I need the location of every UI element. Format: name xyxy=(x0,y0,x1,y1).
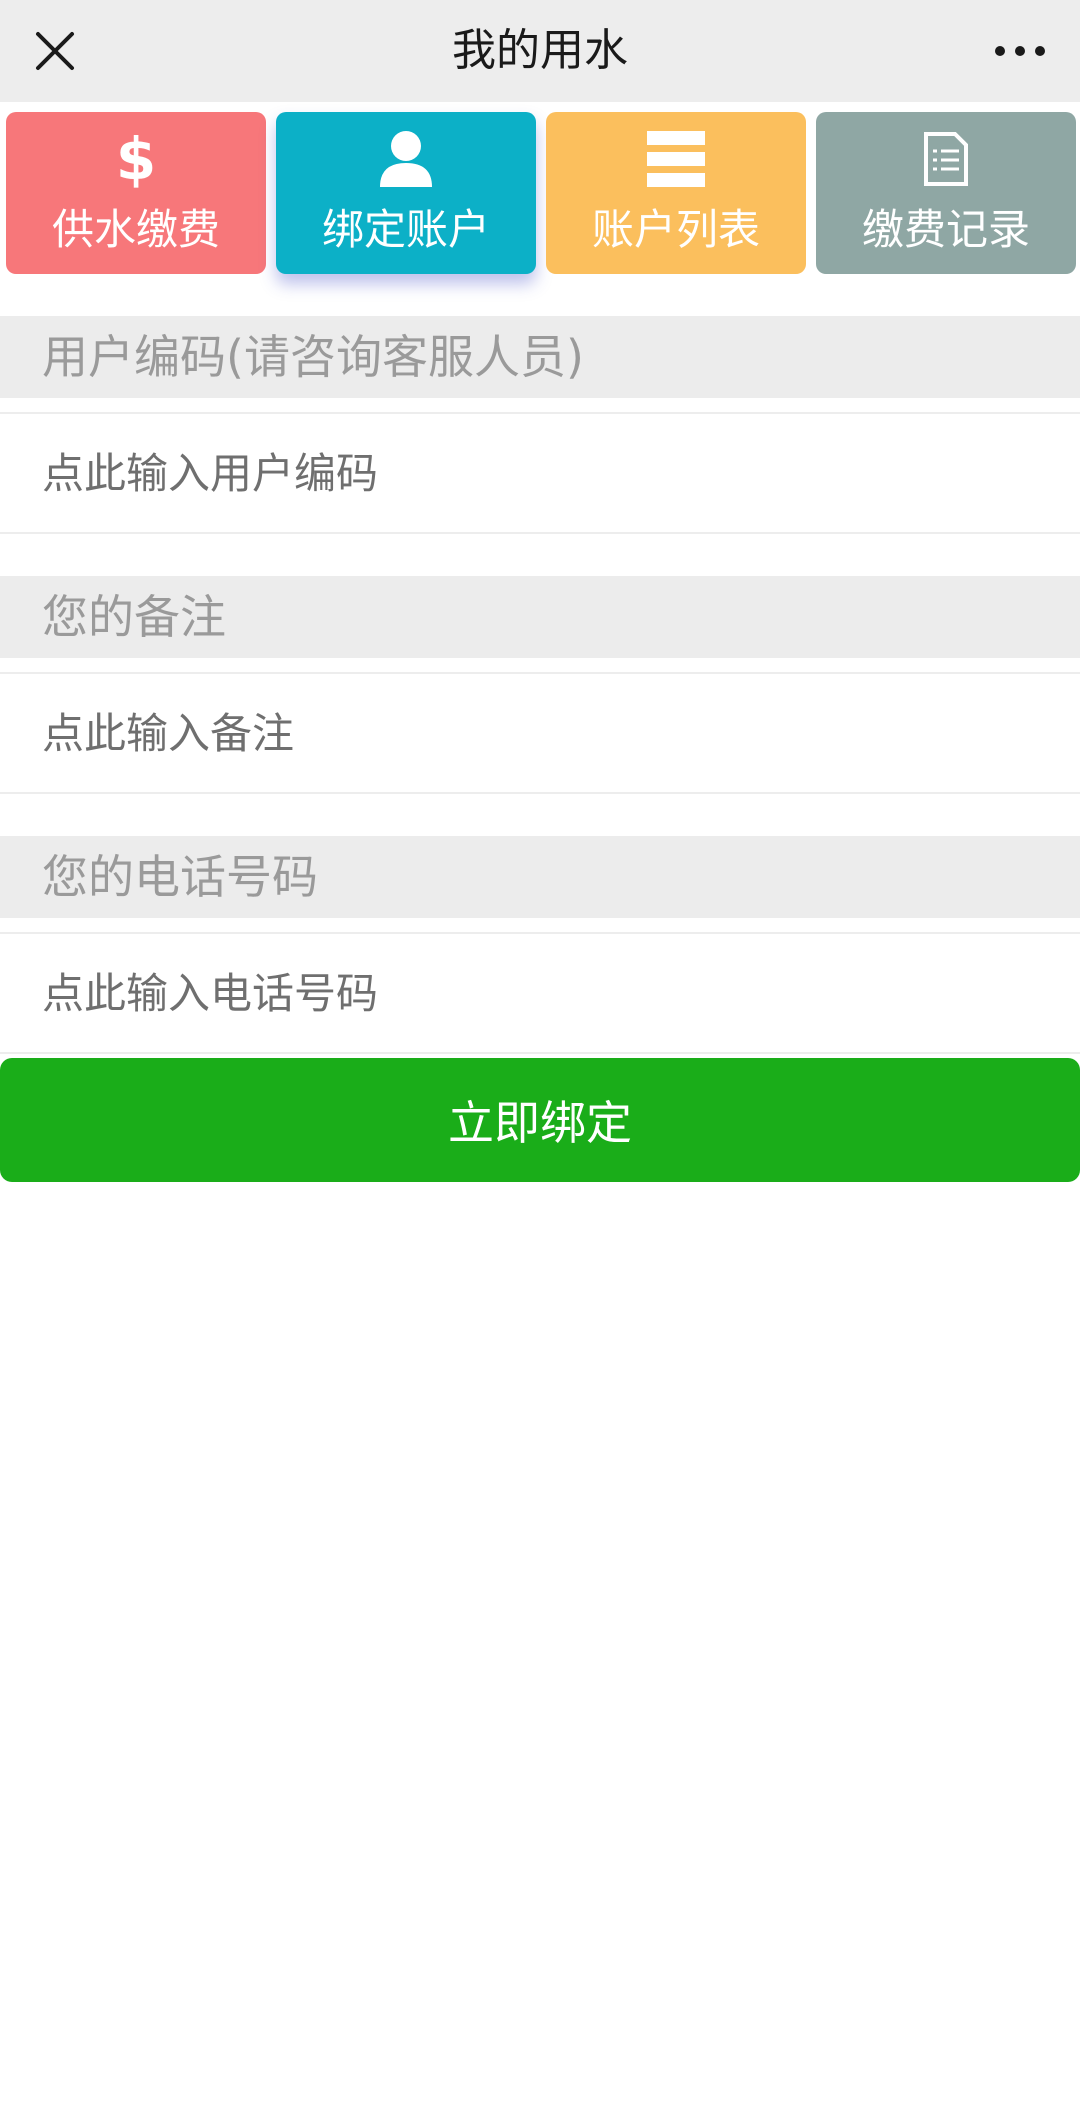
tile-water-payment[interactable]: $ 供水缴费 xyxy=(6,112,266,274)
user-code-input[interactable] xyxy=(0,414,1080,532)
phone-input[interactable] xyxy=(0,934,1080,1052)
top-bar: 我的用水 xyxy=(0,0,1080,102)
user-code-label: 用户编码(请咨询客服人员) xyxy=(0,316,1080,398)
user-icon xyxy=(380,131,432,187)
remark-field xyxy=(0,672,1080,794)
user-code-field xyxy=(0,412,1080,534)
tile-label: 缴费记录 xyxy=(861,205,1030,254)
phone-field xyxy=(0,932,1080,1054)
bind-now-button[interactable]: 立即绑定 xyxy=(0,1058,1080,1182)
function-tiles: $ 供水缴费 绑定账户 账户列表 缴费记录 xyxy=(6,112,1076,276)
tile-payment-records[interactable]: 缴费记录 xyxy=(816,112,1076,274)
document-icon xyxy=(924,132,968,186)
more-button[interactable] xyxy=(988,24,1052,78)
tile-label: 账户列表 xyxy=(591,205,760,254)
tile-label: 供水缴费 xyxy=(51,205,220,254)
tile-label: 绑定账户 xyxy=(321,205,490,254)
page-title: 我的用水 xyxy=(452,25,628,76)
tile-bind-account[interactable]: 绑定账户 xyxy=(276,112,536,274)
phone-label: 您的电话号码 xyxy=(0,836,1080,918)
list-icon xyxy=(647,131,705,187)
tile-account-list[interactable]: 账户列表 xyxy=(546,112,806,274)
svg-text:$: $ xyxy=(116,129,156,189)
remark-input[interactable] xyxy=(0,674,1080,792)
dollar-icon: $ xyxy=(116,129,156,189)
more-icon xyxy=(995,46,1045,56)
remark-label: 您的备注 xyxy=(0,576,1080,658)
